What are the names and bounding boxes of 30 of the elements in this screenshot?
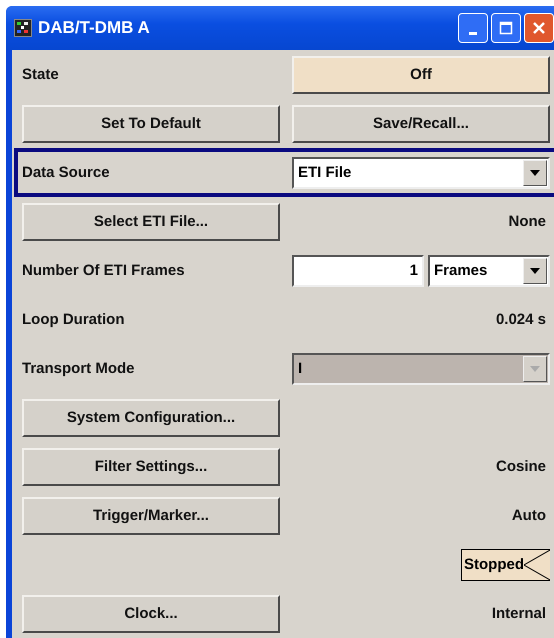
unit-dropdown[interactable]: Frames (428, 254, 550, 286)
number-input[interactable]: 1 (292, 254, 424, 286)
state-toggle-button[interactable]: Off (292, 56, 550, 94)
field-value: Auto (512, 507, 547, 524)
field-value: Internal (492, 605, 547, 622)
app-icon (14, 19, 32, 37)
maximize-icon (499, 21, 513, 35)
close-icon (532, 21, 546, 35)
action-button[interactable]: System Configuration... (22, 398, 280, 436)
action-button[interactable]: Clock... (22, 594, 280, 632)
status-text: Stopped (463, 556, 524, 573)
window-title: DAB/T-DMB A (38, 18, 150, 38)
field-label: Loop Duration (22, 311, 126, 328)
action-button[interactable]: Filter Settings... (22, 448, 280, 486)
dropdown[interactable]: ETI File (292, 156, 550, 188)
action-button[interactable]: Save/Recall... (292, 104, 550, 142)
field-label: Number Of ETI Frames (22, 262, 186, 279)
minimize-icon (469, 32, 477, 34)
field-value: 0.024 s (496, 311, 547, 328)
field-label: Data Source (22, 164, 111, 181)
action-button[interactable]: Select ETI File... (22, 202, 280, 240)
action-button[interactable]: Set To Default (22, 104, 280, 142)
field-value: Cosine (496, 458, 547, 475)
field-value: None (508, 213, 547, 230)
field-label: State (22, 66, 60, 83)
action-button[interactable]: Trigger/Marker... (22, 496, 280, 534)
field-label: Transport Mode (22, 360, 136, 377)
close-button[interactable] (524, 13, 554, 43)
minimize-button[interactable] (458, 13, 488, 43)
maximize-button[interactable] (491, 13, 521, 43)
